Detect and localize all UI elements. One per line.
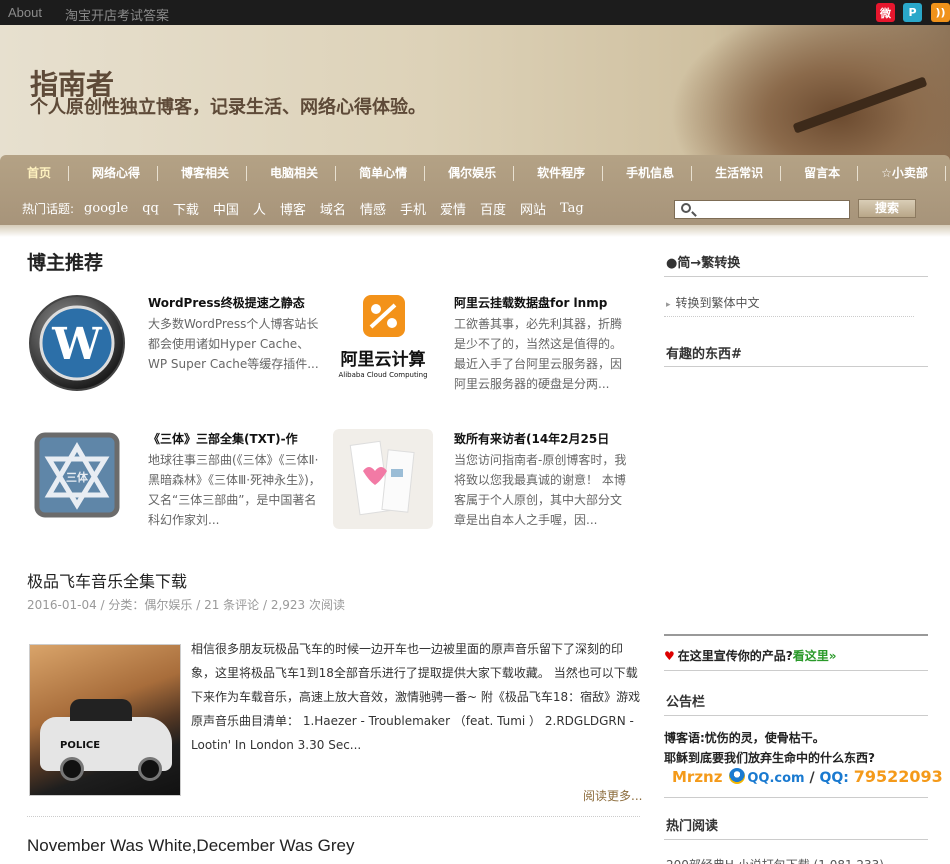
svg-text:三体: 三体	[66, 470, 89, 484]
divider	[664, 839, 928, 840]
police-text: POLICE	[60, 740, 101, 751]
qq-brand: Mrznz	[672, 768, 723, 786]
post-meta: 2016-01-04 / 分类：偶尔娱乐 / 21 条评论 / 2,923 次阅…	[27, 598, 346, 612]
aliyun-logo-en: Alibaba Cloud Computing	[338, 371, 427, 379]
divider	[664, 670, 928, 671]
featured-post[interactable]: 致所有来访者(14年2月25日 当您访问指南者-原创博客时，我将致以您我最真诚的…	[333, 429, 633, 539]
header-shadow	[0, 225, 950, 237]
hot-tag[interactable]: 手机	[400, 199, 426, 218]
motto-line: 耶稣到底要我们放弃生命中的什么东西?	[664, 751, 875, 765]
search-icon	[681, 203, 691, 213]
aliyun-logo-cn: 阿里云计算	[341, 349, 426, 370]
convert-traditional-link[interactable]: ▸ 转换到繁体中文	[666, 294, 760, 311]
qq-label: QQ:	[819, 770, 849, 786]
featured-post-excerpt: 地球往事三部曲(《三体》《三体Ⅱ·黑暗森林》《三体Ⅲ·死神永生》)，又名“三体三…	[148, 453, 321, 527]
svg-text:W: W	[51, 319, 102, 370]
hot-tag[interactable]: Tag	[560, 201, 584, 216]
post-excerpt: 相信很多朋友玩极品飞车的时候一边开车也一边被里面的原声音乐留下了深刻的印象，这里…	[191, 642, 641, 752]
divider	[664, 634, 928, 636]
divider	[664, 797, 928, 798]
site-description: 个人原创性独立博客，记录生活、网络心得体验。	[30, 97, 426, 118]
tencent-weibo-icon[interactable]: P	[903, 3, 922, 22]
featured-post-excerpt: 当您访问指南者-原创博客时，我将致以您我最真诚的谢意！ 本博客属于个人原创，其中…	[454, 453, 627, 527]
featured-post-title[interactable]: 致所有来访者(14年2月25日	[454, 430, 609, 447]
featured-post-excerpt: 工欲善其事，必先利其器，折腾是少不了的，当然这是值得的。最近入手了台阿里云服务器…	[454, 317, 623, 391]
post-thumbnail[interactable]: POLICE	[29, 644, 181, 796]
letter-image-icon[interactable]	[333, 429, 433, 529]
hot-tag[interactable]: 爱情	[440, 199, 466, 218]
nav-item-mood[interactable]: 简单心情	[336, 155, 426, 191]
motto-line: 博客语:忧伤的灵，使骨枯干。	[664, 731, 825, 745]
hot-tag[interactable]: 域名	[320, 199, 346, 218]
qq-domain: QQ.com	[747, 771, 805, 786]
divider	[664, 366, 928, 367]
nav-item-shop[interactable]: ☆小卖部	[858, 155, 946, 191]
post-title[interactable]: November Was White,December Was Grey	[27, 836, 354, 856]
nav-item-software[interactable]: 软件程序	[514, 155, 604, 191]
hot-tag[interactable]: 下载	[173, 199, 199, 218]
nav-item-mobile[interactable]: 手机信息	[603, 155, 693, 191]
nav-item-home[interactable]: 首页	[0, 155, 70, 191]
hot-tag[interactable]: 百度	[480, 199, 506, 218]
nav-item-computer[interactable]: 电脑相关	[247, 155, 337, 191]
qq-number: 79522093	[853, 767, 943, 786]
qq-contact[interactable]: Mrznz QQ.com / QQ: 79522093	[672, 767, 943, 786]
search-input[interactable]	[674, 200, 850, 219]
widget-title-hot-reads: 热门阅读	[666, 819, 719, 834]
divider	[664, 276, 928, 277]
widget-title-fun: 有趣的东西#	[666, 347, 742, 362]
taobao-exam-link[interactable]: 淘宝开店考试答案	[65, 5, 169, 24]
rss-icon[interactable]: ))	[931, 3, 950, 22]
hot-tag[interactable]: 情感	[360, 199, 386, 218]
post-title[interactable]: 极品飞车音乐全集下载	[27, 568, 187, 592]
featured-post[interactable]: 三体 《三体》三部全集(TXT)-作 地球往事三部曲(《三体》《三体Ⅱ·黑暗森林…	[27, 429, 327, 539]
hot-tag[interactable]: 网站	[520, 199, 546, 218]
hot-tag[interactable]: 人	[253, 199, 266, 218]
featured-post[interactable]: W WordPress终极提速之静态 大多数WordPress个人博客站长都会使…	[27, 293, 327, 403]
post-divider	[27, 816, 640, 817]
car-wheel	[60, 757, 84, 781]
widget-title-notice: 公告栏	[666, 695, 706, 710]
nav-item-network[interactable]: 网络心得	[69, 155, 159, 191]
hot-read-item[interactable]: 200部经典H 小说打包下载 (1,081,233)	[666, 856, 884, 864]
divider	[664, 715, 928, 716]
nav-item-guestbook[interactable]: 留言本	[781, 155, 859, 191]
featured-post[interactable]: 阿里云计算 Alibaba Cloud Computing 阿里云挂载数据盘fo…	[333, 293, 633, 403]
arrow-icon: ▸	[666, 300, 671, 310]
nav-menu: 首页 网络心得 博客相关 电脑相关 简单心情 偶尔娱乐 软件程序 手机信息 生活…	[0, 155, 946, 191]
featured-post-title[interactable]: 《三体》三部全集(TXT)-作	[148, 430, 298, 447]
hot-tag[interactable]: 中国	[213, 199, 239, 218]
widget-title-convert: ●简→繁转换	[666, 256, 741, 271]
nav-item-life[interactable]: 生活常识	[692, 155, 782, 191]
featured-post-excerpt: 大多数WordPress个人博客站长都会使用诸如Hyper Cache、WP S…	[148, 317, 319, 371]
ad-promo: ♥ 在这里宣传你的产品?看这里»	[664, 649, 837, 663]
divider	[664, 316, 914, 317]
car-wheel	[138, 757, 162, 781]
featured-post-title[interactable]: 阿里云挂载数据盘for lnmp	[454, 294, 607, 311]
nav-item-blog[interactable]: 博客相关	[158, 155, 248, 191]
read-more-link[interactable]: 阅读更多...	[583, 787, 642, 804]
featured-post-title[interactable]: WordPress终极提速之静态	[148, 294, 305, 311]
nav-item-entertainment[interactable]: 偶尔娱乐	[425, 155, 515, 191]
wordpress-logo-icon[interactable]: W	[27, 293, 127, 393]
heart-icon: ♥	[664, 649, 675, 663]
about-link[interactable]: About	[8, 5, 42, 20]
hot-topics-label: 热门话题:	[22, 202, 75, 216]
hot-tag[interactable]: 博客	[280, 199, 306, 218]
search-button[interactable]: 搜索	[858, 199, 916, 218]
hot-topics: 热门话题: google qq 下载 中国 人 博客 域名 情感 手机 爱情 百…	[22, 199, 598, 218]
aliyun-logo-icon[interactable]: 阿里云计算 Alibaba Cloud Computing	[333, 293, 433, 393]
ad-here-link[interactable]: 看这里»	[793, 649, 837, 663]
hot-tag[interactable]: google	[84, 201, 128, 216]
qq-penguin-icon	[729, 768, 746, 784]
top-bar: About 淘宝开店考试答案 微 P ))	[0, 0, 950, 25]
santi-logo-icon[interactable]: 三体	[27, 429, 127, 529]
main-nav: 首页 网络心得 博客相关 电脑相关 简单心情 偶尔娱乐 软件程序 手机信息 生活…	[0, 155, 950, 225]
weibo-icon[interactable]: 微	[876, 3, 895, 22]
hot-tag[interactable]: qq	[142, 201, 159, 216]
notice-text: 博客语:忧伤的灵，使骨枯干。 耶稣到底要我们放弃生命中的什么东西?	[664, 728, 875, 768]
section-title: 博主推荐	[27, 252, 104, 274]
